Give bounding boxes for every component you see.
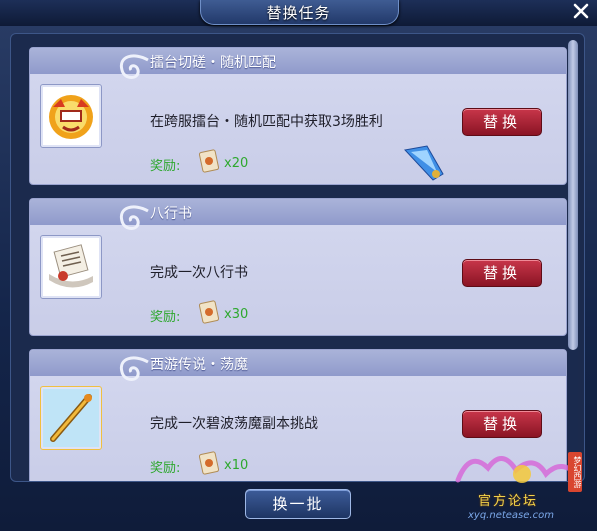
scrollbar-thumb[interactable] [568, 40, 578, 350]
reward-label: 奖励: [150, 461, 181, 476]
task-description: 完成一次碧波荡魔副本挑战 [150, 416, 318, 432]
gold-mask-icon [49, 95, 93, 139]
window-title: 替换任务 [266, 4, 331, 22]
task-description: 完成一次八行书 [150, 265, 248, 281]
task-title: 擂台切磋・随机匹配 [150, 55, 276, 71]
reward-token-icon [198, 451, 220, 475]
reward-label: 奖励: [150, 310, 181, 325]
task-card-header [30, 350, 566, 376]
reward-count: x20 [224, 156, 249, 171]
replace-button[interactable]: 替换 [462, 259, 542, 287]
task-description: 在跨服擂台・随机匹配中获取3场胜利 [150, 114, 383, 130]
blue-crystal-icon [404, 145, 444, 181]
watermark-tag: 梦幻西游 [568, 452, 582, 492]
task-card-header [30, 48, 566, 74]
task-icon-box [40, 386, 102, 450]
task-icon-box [40, 235, 102, 299]
reward-token-icon [198, 300, 220, 324]
golden-staff-icon [50, 394, 92, 442]
reward-token-icon [198, 149, 220, 173]
watermark-logo-text: 官方论坛 [478, 494, 539, 509]
task-card-header [30, 199, 566, 225]
close-icon[interactable] [571, 1, 591, 21]
task-title: 西游传说・荡魔 [150, 357, 248, 373]
replace-button[interactable]: 替换 [462, 108, 542, 136]
letter-scroll-icon [49, 244, 93, 288]
scrollbar[interactable] [568, 40, 578, 474]
task-title: 八行书 [150, 206, 192, 222]
task-icon-box [40, 84, 102, 148]
reward-count: x30 [224, 307, 249, 322]
reward-count: x10 [224, 458, 249, 473]
replace-task-window: 替换任务 擂台切磋・随机匹配 在跨服擂台・随机匹配中获取3场胜利 替换 奖励: … [0, 0, 597, 531]
replace-button[interactable]: 替换 [462, 410, 542, 438]
swirl-ornament-icon [119, 54, 149, 79]
task-list: 擂台切磋・随机匹配 在跨服擂台・随机匹配中获取3场胜利 替换 奖励: x20 八… [10, 33, 585, 482]
watermark-site: xyq.netease.com [468, 510, 554, 521]
swirl-ornament-icon [119, 356, 149, 381]
refresh-batch-button[interactable]: 换一批 [245, 489, 351, 519]
reward-label: 奖励: [150, 159, 181, 174]
task-card: 擂台切磋・随机匹配 在跨服擂台・随机匹配中获取3场胜利 替换 奖励: x20 [29, 47, 567, 185]
swirl-ornament-icon [119, 205, 149, 230]
task-card: 八行书 完成一次八行书 替换 奖励: x30 [29, 198, 567, 336]
